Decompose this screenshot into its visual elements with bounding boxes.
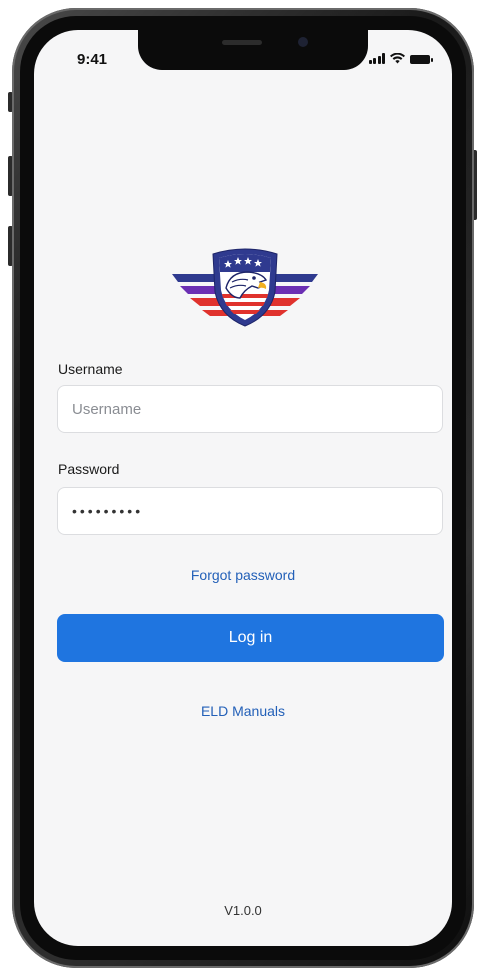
forgot-password-link[interactable]: Forgot password — [34, 567, 452, 583]
username-label: Username — [58, 361, 123, 377]
app-version: V1.0.0 — [224, 903, 262, 918]
front-camera — [298, 37, 308, 47]
status-icons — [368, 53, 433, 64]
speaker-grille — [222, 40, 262, 45]
phone-screen: 9:41 Username Username Password ••••••••… — [34, 30, 452, 946]
battery-icon — [410, 55, 433, 64]
username-input[interactable] — [57, 385, 443, 433]
device-mockup: 9:41 Username Username Password ••••••••… — [0, 0, 485, 977]
status-time: 9:41 — [77, 51, 108, 68]
login-button[interactable]: Log in — [57, 614, 444, 662]
password-input[interactable] — [57, 487, 443, 535]
notch — [138, 30, 368, 70]
cellular-signal-icon — [368, 53, 385, 64]
eld-manuals-link[interactable]: ELD Manuals — [34, 703, 452, 719]
password-label: Password — [58, 461, 120, 477]
wifi-icon — [390, 53, 405, 64]
eagle-shield-logo — [172, 248, 318, 327]
